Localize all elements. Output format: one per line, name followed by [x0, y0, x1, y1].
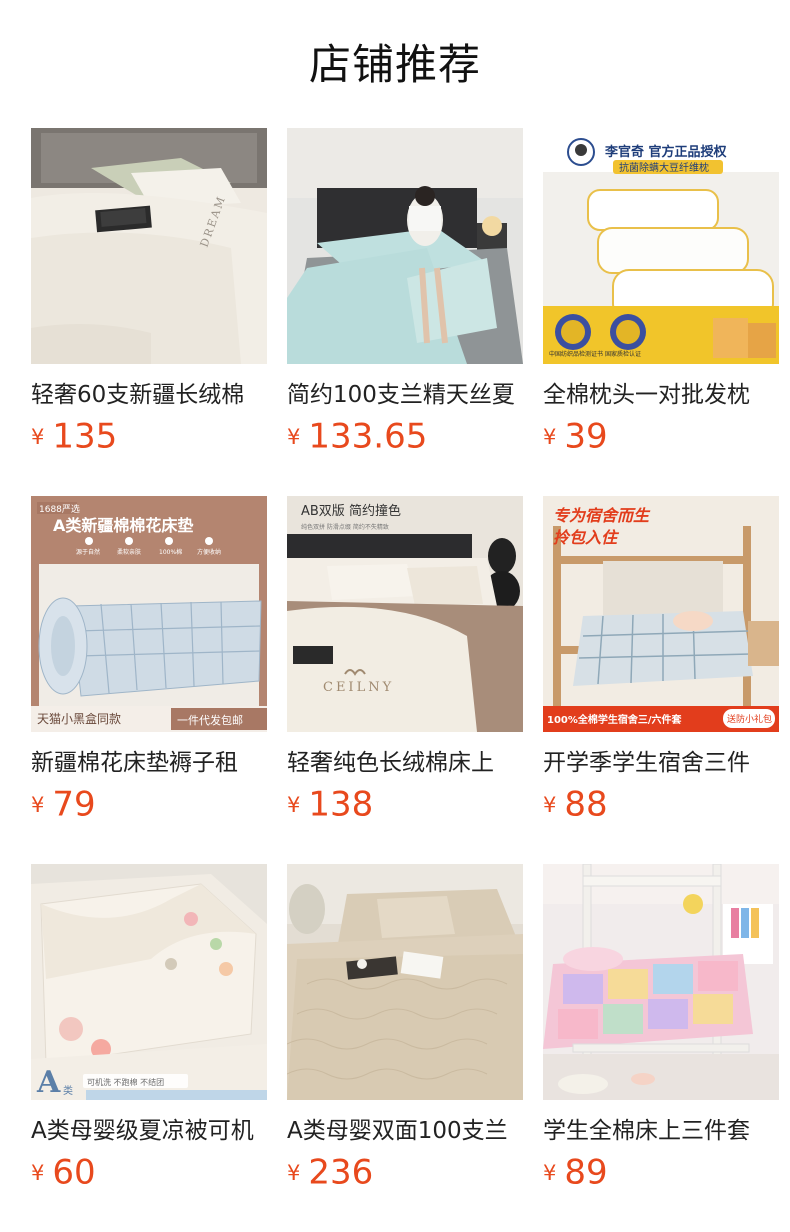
mattress-photo: 1688严选 A类新疆棉棉花床垫 源于自然 柔软亲肤 100%棉 方便收纳 天猫… [31, 496, 267, 732]
price-amount: 89 [564, 1152, 608, 1193]
embroidery-text: CEILNY [323, 680, 394, 695]
product-card[interactable]: DREAM 轻奢60支新疆长绒棉 ¥135 [31, 128, 267, 457]
product-name[interactable]: 开学季学生宿舍三件 [543, 746, 779, 780]
currency-symbol: ¥ [31, 792, 45, 817]
price-amount: 39 [564, 416, 608, 457]
summer-quilt-photo: A 类 可机洗 不跑棉 不结团 [31, 864, 267, 1100]
product-card[interactable]: 简约100支兰精天丝夏 ¥133.65 [287, 128, 523, 457]
price-amount: 135 [52, 416, 118, 457]
product-name[interactable]: 学生全棉床上三件套 [543, 1114, 779, 1148]
badge-right-text: 国家质检认证 [605, 350, 641, 358]
bedding-photo-mint [287, 128, 523, 364]
product-price: ¥79 [31, 784, 267, 825]
product-card[interactable]: A 类 可机洗 不跑棉 不结团 A类母婴级夏凉被可机 ¥60 [31, 864, 267, 1193]
product-card[interactable]: 学生全棉床上三件套 ¥89 [543, 864, 779, 1193]
product-card[interactable]: A类母婴双面100支兰 ¥236 [287, 864, 523, 1193]
product-image[interactable]: 专为宿舍而生 拎包入住 100%全棉学生宿舍三/六件套 送防小礼包 [543, 496, 779, 732]
product-price: ¥133.65 [287, 416, 523, 457]
bottom-right-text: 一件代发包邮 [177, 713, 243, 727]
bedding-photo-taupe: AB双版 简约撞色 纯色双拼 防滑点缀 简约不失精致 CEILNY [287, 496, 523, 732]
headline-1: 专为宿舍而生 [553, 506, 651, 525]
price-amount: 138 [308, 784, 374, 825]
caption-text: 可机洗 不跑棉 不结团 [87, 1077, 164, 1087]
product-name[interactable]: 新疆棉花床垫褥子租 [31, 746, 267, 780]
bedding-photo-cream: DREAM [31, 128, 267, 364]
bedding-photo-champagne [287, 864, 523, 1100]
product-price: ¥88 [543, 784, 779, 825]
product-image[interactable] [287, 128, 523, 364]
sub-text: 纯色双拼 防滑点缀 简约不失精致 [301, 523, 389, 531]
price-amount: 88 [564, 784, 608, 825]
product-image[interactable]: AB双版 简约撞色 纯色双拼 防滑点缀 简约不失精致 CEILNY [287, 496, 523, 732]
section-title: 店铺推荐 [308, 40, 481, 89]
feature-4: 方便收纳 [197, 548, 221, 556]
pillow-photo: 李官奇 官方正品授权 抗菌除螨大豆纤维枕 中国纺织品检测证书 国家质检认证 [543, 128, 779, 364]
badge-small: 类 [63, 1084, 73, 1097]
currency-symbol: ¥ [287, 424, 301, 449]
price-amount: 133.65 [308, 416, 428, 457]
product-price: ¥89 [543, 1152, 779, 1193]
bottom-left-text: 天猫小黑盒同款 [37, 711, 121, 726]
product-price: ¥236 [287, 1152, 523, 1193]
product-card[interactable]: 专为宿舍而生 拎包入住 100%全棉学生宿舍三/六件套 送防小礼包 开学季学生宿… [543, 496, 779, 825]
currency-symbol: ¥ [31, 1160, 45, 1185]
currency-symbol: ¥ [31, 424, 45, 449]
price-amount: 79 [52, 784, 96, 825]
badge-big: A [36, 1065, 61, 1100]
feature-3: 100%棉 [159, 548, 182, 556]
product-name[interactable]: 简约100支兰精天丝夏 [287, 378, 523, 412]
bottom-banner-text: 100%全棉学生宿舍三/六件套 [547, 713, 683, 726]
currency-symbol: ¥ [543, 792, 557, 817]
headline-text: AB双版 简约撞色 [301, 503, 401, 519]
product-image[interactable]: A 类 可机洗 不跑棉 不结团 [31, 864, 267, 1100]
product-name[interactable]: 轻奢纯色长绒棉床上 [287, 746, 523, 780]
headline-text: A类新疆棉棉花床垫 [53, 516, 193, 535]
feature-2: 柔软亲肤 [117, 548, 141, 556]
product-image[interactable]: 李官奇 官方正品授权 抗菌除螨大豆纤维枕 中国纺织品检测证书 国家质检认证 [543, 128, 779, 364]
product-card[interactable]: AB双版 简约撞色 纯色双拼 防滑点缀 简约不失精致 CEILNY 轻奢纯色长绒… [287, 496, 523, 825]
pillow-subtitle: 抗菌除螨大豆纤维枕 [619, 161, 709, 174]
product-name[interactable]: A类母婴级夏凉被可机 [31, 1114, 267, 1148]
product-price: ¥138 [287, 784, 523, 825]
feature-1: 源于自然 [76, 548, 100, 556]
product-image[interactable]: 1688严选 A类新疆棉棉花床垫 源于自然 柔软亲肤 100%棉 方便收纳 天猫… [31, 496, 267, 732]
product-price: ¥135 [31, 416, 267, 457]
product-name[interactable]: 轻奢60支新疆长绒棉 [31, 378, 267, 412]
bottom-badge-text: 送防小礼包 [727, 713, 772, 725]
currency-symbol: ¥ [287, 1160, 301, 1185]
currency-symbol: ¥ [287, 792, 301, 817]
recommendation-page: 店铺推荐 DREAM 轻奢60支新疆长绒棉 ¥ 135 简约100支兰精天丝夏 … [0, 0, 790, 1232]
product-price: ¥39 [543, 416, 779, 457]
currency-symbol: ¥ [543, 424, 557, 449]
tag-text: 1688严选 [39, 503, 80, 515]
currency-symbol: ¥ [543, 1160, 557, 1185]
badge-left-text: 中国纺织品检测证书 [549, 350, 603, 358]
bunk-bed-pastel-photo [543, 864, 779, 1100]
product-card[interactable]: 1688严选 A类新疆棉棉花床垫 源于自然 柔软亲肤 100%棉 方便收纳 天猫… [31, 496, 267, 825]
product-name[interactable]: A类母婴双面100支兰 [287, 1114, 523, 1148]
product-card[interactable]: 李官奇 官方正品授权 抗菌除螨大豆纤维枕 中国纺织品检测证书 国家质检认证 全棉… [543, 128, 779, 457]
product-image[interactable]: DREAM [31, 128, 267, 364]
product-name[interactable]: 全棉枕头一对批发枕 [543, 378, 779, 412]
product-image[interactable] [287, 864, 523, 1100]
product-price: ¥60 [31, 1152, 267, 1193]
price-amount: 60 [52, 1152, 96, 1193]
headline-2: 拎包入住 [553, 528, 620, 547]
product-image[interactable] [543, 864, 779, 1100]
price-amount: 236 [308, 1152, 374, 1193]
brand-header: 李官奇 官方正品授权 [604, 144, 728, 160]
product-grid: DREAM 轻奢60支新疆长绒棉 ¥135 简约100支兰精天丝夏 ¥ 133.… [31, 128, 779, 1193]
dorm-bunk-photo: 专为宿舍而生 拎包入住 100%全棉学生宿舍三/六件套 送防小礼包 [543, 496, 779, 732]
